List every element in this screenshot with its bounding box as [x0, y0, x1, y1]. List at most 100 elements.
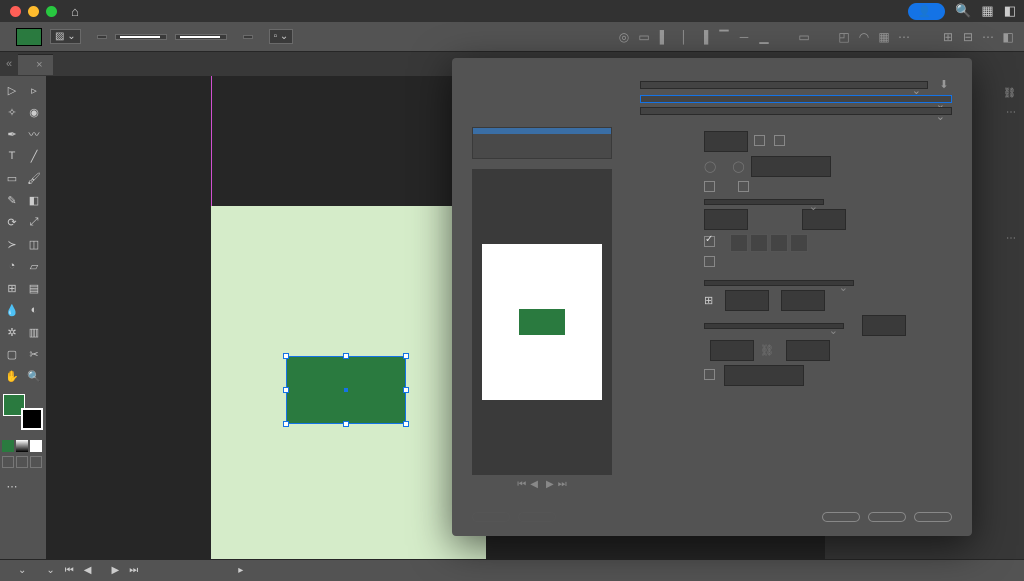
rotate-tool[interactable]: ⟳ [2, 212, 22, 232]
snap-icon[interactable]: ⊟ [960, 30, 976, 44]
width-tool[interactable]: ≻ [2, 234, 22, 254]
blend-tool[interactable]: ◐ [24, 300, 44, 320]
paintbrush-tool[interactable]: 🖌 [24, 168, 44, 188]
preset-select[interactable] [640, 81, 928, 89]
zoom-window[interactable] [46, 6, 57, 17]
opacity-field[interactable] [243, 35, 253, 39]
selection-nav[interactable]: ▸ [238, 565, 243, 576]
cancel-button[interactable] [868, 512, 906, 522]
document-tab[interactable]: × [18, 54, 52, 75]
graphic-style[interactable]: ▫ ⌄ [269, 29, 294, 44]
hand-tool[interactable]: ✋ [2, 366, 22, 386]
mesh-icon[interactable]: ▦ [876, 30, 892, 44]
prefs-icon[interactable]: ⋯ [980, 30, 996, 44]
category-color[interactable] [473, 152, 611, 158]
shape-builder-tool[interactable]: ◔ [2, 256, 22, 276]
placement-y-input[interactable] [781, 290, 825, 311]
artboard-tool[interactable]: ▢ [2, 344, 22, 364]
artboard-nav-next[interactable]: ▶ [111, 565, 119, 576]
print-layers-select[interactable] [704, 280, 854, 286]
align-center-h-icon[interactable]: │ [676, 30, 692, 44]
ppd-select[interactable] [640, 107, 952, 115]
close-tab-icon[interactable]: × [36, 59, 42, 71]
pen-tool[interactable]: ✒ [2, 124, 22, 144]
align-pixel-icon[interactable]: ⊞ [940, 30, 956, 44]
panel-toggle-icon[interactable]: ◧ [1000, 30, 1016, 44]
shape-props-icon[interactable]: ▭ [796, 30, 812, 44]
type-tool[interactable]: T [2, 146, 22, 166]
brush-def[interactable] [175, 34, 227, 40]
direct-select-tool[interactable]: ▹ [24, 80, 44, 100]
align-right-icon[interactable]: ▐ [696, 30, 712, 44]
symbol-sprayer-tool[interactable]: ✲ [2, 322, 22, 342]
artboard-nav-first[interactable]: ⏮ [65, 565, 74, 576]
gradient-tool[interactable]: ▤ [24, 278, 44, 298]
selected-rectangle[interactable] [286, 356, 406, 424]
zoom-tool[interactable]: 🔍 [24, 366, 44, 386]
none-mode[interactable] [30, 440, 42, 452]
scaling-select[interactable] [704, 323, 844, 329]
slice-tool[interactable]: ✂ [24, 344, 44, 364]
media-size-select[interactable] [704, 199, 824, 205]
share-button[interactable]: 👤 [908, 3, 946, 20]
link-icon[interactable]: ⛓ [1003, 88, 1016, 99]
save-preset-icon[interactable]: ⬇ [936, 78, 952, 91]
artboard-nav-last[interactable]: ⏭ [129, 565, 138, 576]
scale-tool[interactable]: ⤢ [24, 212, 44, 232]
free-transform-tool[interactable]: ◫ [24, 234, 44, 254]
panel-icon[interactable]: ◧ [1004, 3, 1016, 19]
graph-tool[interactable]: ▥ [24, 322, 44, 342]
draw-behind[interactable] [16, 456, 28, 468]
preview-next-icon[interactable]: ▶ [546, 479, 554, 490]
draw-inside[interactable] [30, 456, 42, 468]
color-mode[interactable] [2, 440, 14, 452]
more-icon[interactable]: ⋯ [896, 30, 912, 44]
eraser-tool[interactable]: ◧ [24, 190, 44, 210]
magic-wand-tool[interactable]: ✧ [2, 102, 22, 122]
draw-normal[interactable] [2, 456, 14, 468]
stroke-profile[interactable] [115, 34, 167, 40]
fill-swatch[interactable] [16, 28, 42, 46]
panel-menu2-icon[interactable]: ⋯ [1006, 233, 1016, 244]
rectangle-tool[interactable]: ▭ [2, 168, 22, 188]
reverse-checkbox[interactable] [774, 135, 785, 146]
workspace-icon[interactable]: ▦ [981, 3, 993, 19]
search-icon[interactable]: 🔍 [955, 3, 971, 19]
panel-menu-icon[interactable]: ⋯ [1006, 107, 1016, 118]
align-left-icon[interactable]: ▌ [656, 30, 672, 44]
stroke-swatch-none[interactable]: ▨ ⌄ [50, 29, 81, 44]
lasso-tool[interactable]: ◉ [24, 102, 44, 122]
shaper-tool[interactable]: ✎ [2, 190, 22, 210]
perspective-tool[interactable]: ▱ [24, 256, 44, 276]
minimize-window[interactable] [28, 6, 39, 17]
copies-input[interactable] [704, 131, 748, 152]
preview-prev-icon[interactable]: ◀ [530, 479, 538, 490]
eyedropper-tool[interactable]: 💧 [2, 300, 22, 320]
save-button[interactable] [914, 512, 952, 522]
stroke-weight-field[interactable] [97, 35, 107, 39]
placement-x-input[interactable] [725, 290, 769, 311]
fill-stroke-control[interactable] [3, 394, 43, 430]
mesh-tool[interactable]: ⊞ [2, 278, 22, 298]
home-icon[interactable]: ⌂ [71, 4, 79, 19]
line-tool[interactable]: ╱ [24, 146, 44, 166]
isolate-icon[interactable]: ◰ [836, 30, 852, 44]
placement-grid-icon[interactable]: ⊞ [704, 294, 713, 307]
recolor-icon[interactable]: ◎ [616, 30, 632, 44]
align-top-icon[interactable]: ▔ [716, 30, 732, 44]
align-icon[interactable]: ▭ [636, 30, 652, 44]
artboard-nav-prev[interactable]: ◀ [84, 565, 92, 576]
align-center-v-icon[interactable]: ─ [736, 30, 752, 44]
edit-toolbar[interactable]: ⋯ [2, 476, 22, 496]
align-bottom-icon[interactable]: ▁ [756, 30, 772, 44]
printer-select[interactable] [640, 95, 952, 103]
auto-rotate-checkbox[interactable] [704, 236, 715, 247]
ignore-artboards-checkbox[interactable] [704, 181, 715, 192]
close-window[interactable] [10, 6, 21, 17]
done-button[interactable] [822, 512, 860, 522]
selection-tool[interactable]: ▷ [2, 80, 22, 100]
preview-first-icon[interactable]: ⏮ [517, 479, 526, 490]
preview-last-icon[interactable]: ⏭ [558, 479, 567, 490]
warp-icon[interactable]: ◠ [856, 30, 872, 44]
gradient-mode[interactable] [16, 440, 28, 452]
